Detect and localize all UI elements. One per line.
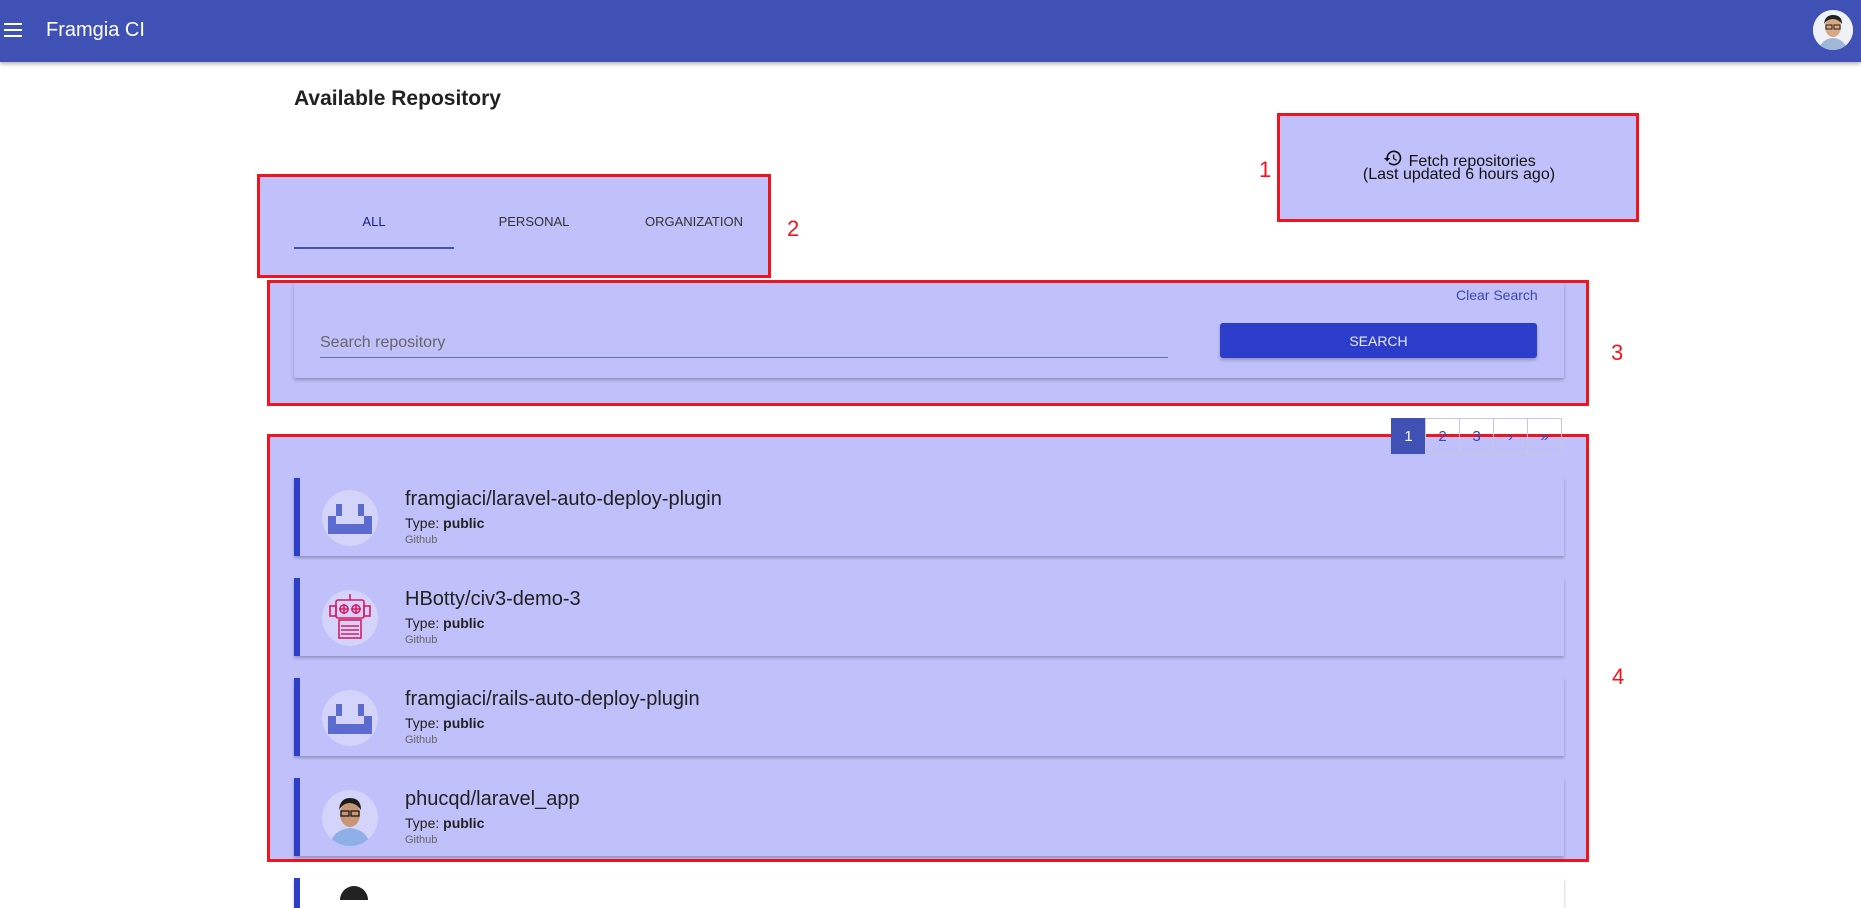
- last-page-button[interactable]: »: [1527, 418, 1562, 454]
- repository-name: framgiaci/laravel-auto-deploy-plugin: [405, 488, 722, 510]
- repository-card[interactable]: HBotty/civ3-demo-3 Type: public Github: [294, 578, 1564, 656]
- repository-source: Github: [405, 834, 438, 846]
- annotation-4: 4: [1612, 664, 1625, 689]
- menu-icon[interactable]: [4, 22, 22, 38]
- robot-face-blue-icon: [322, 690, 378, 746]
- tab-personal[interactable]: PERSONAL: [454, 214, 614, 229]
- repository-type: Type: public: [405, 815, 485, 831]
- page-title: Available Repository: [294, 87, 501, 110]
- repository-name: framgiaci/rails-auto-deploy-plugin: [405, 688, 700, 710]
- refresh-history-icon: [1382, 148, 1404, 168]
- page-1-button[interactable]: 1: [1391, 418, 1426, 454]
- repository-card[interactable]: phucqd/laravel_app Type: public Github: [294, 778, 1564, 856]
- tab-organization[interactable]: ORGANIZATION: [614, 214, 774, 229]
- repository-type: Type: public: [405, 515, 485, 531]
- pagination: 1 2 3 › »: [1391, 418, 1562, 454]
- app-bar: Framgia CI: [0, 0, 1861, 62]
- clear-search-link[interactable]: Clear Search: [1456, 287, 1538, 303]
- repository-source: Github: [405, 634, 438, 646]
- search-button[interactable]: SEARCH: [1220, 323, 1537, 358]
- repository-card[interactable]: framgiaci/laravel-auto-deploy-plugin Typ…: [294, 478, 1564, 556]
- repository-source: Github: [405, 534, 438, 546]
- tab-all[interactable]: ALL: [294, 214, 454, 229]
- user-avatar[interactable]: [1813, 10, 1853, 50]
- repository-avatar-partial: [340, 886, 368, 900]
- repository-type: Type: public: [405, 715, 485, 731]
- repository-name: phucqd/laravel_app: [405, 788, 580, 810]
- annotation-2: 2: [787, 216, 800, 241]
- fetch-repositories-button[interactable]: Fetch repositories (Last updated 6 hours…: [1280, 114, 1638, 221]
- annotation-3: 3: [1611, 340, 1624, 365]
- repository-card[interactable]: framgiaci/rails-auto-deploy-plugin Type:…: [294, 678, 1564, 756]
- repository-name: HBotty/civ3-demo-3: [405, 588, 581, 610]
- repository-card-partial[interactable]: [294, 878, 1564, 908]
- repository-type: Type: public: [405, 615, 485, 631]
- user-photo-avatar: [322, 790, 378, 846]
- robot-red-icon: [322, 590, 378, 646]
- last-updated-text: (Last updated 6 hours ago): [1362, 166, 1556, 183]
- search-input[interactable]: [320, 328, 1168, 358]
- annotation-1: 1: [1259, 157, 1272, 182]
- app-title: Framgia CI: [46, 19, 145, 41]
- next-page-button[interactable]: ›: [1493, 418, 1528, 454]
- page-2-button[interactable]: 2: [1425, 418, 1460, 454]
- robot-face-blue-icon: [322, 490, 378, 546]
- page-3-button[interactable]: 3: [1459, 418, 1494, 454]
- repository-source: Github: [405, 734, 438, 746]
- active-tab-indicator: [294, 247, 454, 249]
